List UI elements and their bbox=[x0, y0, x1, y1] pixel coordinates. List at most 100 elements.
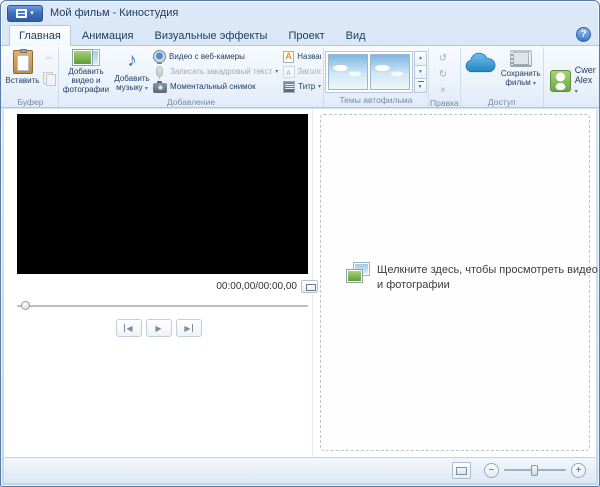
gallery-scroll-up-button[interactable]: ▲ bbox=[414, 51, 427, 65]
save-movie-button[interactable]: Сохранить фильм ▾ bbox=[500, 48, 542, 96]
titlebar: ▾ Мой фильм - Киностудия bbox=[1, 1, 599, 23]
cut-button[interactable]: ✂ bbox=[41, 51, 57, 66]
microphone-icon bbox=[156, 66, 163, 77]
paste-button[interactable]: Вставить bbox=[4, 48, 41, 96]
add-videos-button[interactable]: Добавить видео и фотографии bbox=[60, 48, 112, 96]
save-movie-icon bbox=[510, 50, 532, 67]
remove-button[interactable]: × bbox=[434, 83, 452, 97]
chevron-down-icon: ▾ bbox=[145, 86, 148, 92]
fit-to-window-button[interactable] bbox=[452, 462, 471, 479]
zoom-in-button[interactable]: + bbox=[571, 463, 586, 478]
copy-icon bbox=[43, 72, 55, 84]
group-label-edit: Правка bbox=[430, 97, 459, 107]
storyboard-hint-text: Щелкните здесь, чтобы просмотреть видео … bbox=[377, 263, 600, 293]
add-music-button[interactable]: ♪ Добавить музыку ▾ bbox=[112, 48, 152, 96]
add-videos-label: Добавить видео и фотографии bbox=[61, 67, 111, 94]
seek-slider[interactable] bbox=[17, 301, 308, 310]
account-button[interactable]: Cwer Alex ▾ bbox=[544, 47, 600, 107]
app-icon bbox=[16, 9, 27, 18]
caption-button[interactable]: A Заголовок bbox=[282, 64, 322, 79]
tab-project[interactable]: Проект bbox=[278, 25, 334, 45]
arrow-up-icon: ▲ bbox=[418, 55, 423, 61]
account-name: Cwer Alex ▾ bbox=[575, 65, 597, 97]
rotate-right-icon: ↻ bbox=[439, 69, 447, 80]
chevron-down-icon: ▾ bbox=[318, 83, 321, 90]
remove-icon: × bbox=[440, 85, 446, 96]
theme-thumbnail-contemporary[interactable] bbox=[370, 54, 410, 90]
chevron-down-icon: ▾ bbox=[30, 10, 34, 17]
ribbon-tab-row: Главная Анимация Визуальные эффекты Прое… bbox=[1, 23, 599, 45]
copy-button[interactable] bbox=[41, 70, 57, 85]
arrow-down-icon: ▼ bbox=[418, 69, 423, 75]
ribbon-group-share: Сохранить фильм ▾ Доступ bbox=[461, 47, 544, 107]
previous-frame-icon: ◀ bbox=[126, 324, 132, 333]
app-menu-button[interactable]: ▾ bbox=[7, 5, 43, 22]
app-window: ▾ Мой фильм - Киностудия Главная Анимаци… bbox=[0, 0, 600, 487]
rotate-right-button[interactable]: ↻ bbox=[434, 67, 452, 81]
storyboard-pane: Щелкните здесь, чтобы просмотреть видео … bbox=[313, 109, 596, 457]
statusbar: − + bbox=[4, 457, 596, 483]
add-small-column-1: Видео с веб-камеры Записать закадровый т… bbox=[152, 48, 282, 94]
snapshot-button[interactable]: Моментальный снимок bbox=[152, 79, 282, 94]
save-movie-label: Сохранить фильм ▾ bbox=[501, 69, 541, 89]
group-label-add: Добавление bbox=[60, 96, 322, 107]
play-button[interactable]: ▶ bbox=[146, 319, 172, 337]
add-music-label: Добавить музыку ▾ bbox=[113, 74, 151, 94]
tab-visual-effects[interactable]: Визуальные эффекты bbox=[145, 25, 278, 45]
main-area: 00:00,00/00:00,00 ◀ ▶ ▶ bbox=[4, 109, 596, 457]
themes-gallery: ▲ ▼ ▼ bbox=[325, 51, 427, 93]
seek-thumb[interactable] bbox=[21, 301, 30, 310]
avatar bbox=[550, 70, 571, 92]
next-frame-button[interactable]: ▶ bbox=[176, 319, 202, 337]
storyboard-drop-area[interactable]: Щелкните здесь, чтобы просмотреть видео … bbox=[320, 114, 590, 451]
preview-pane: 00:00,00/00:00,00 ◀ ▶ ▶ bbox=[4, 109, 313, 457]
rotate-left-button[interactable]: ↺ bbox=[434, 51, 452, 65]
next-frame-icon: ▶ bbox=[184, 324, 190, 333]
frame-bar-icon bbox=[192, 324, 193, 332]
group-label-themes: Темы автофильма bbox=[325, 94, 427, 107]
ribbon: Вставить ✂ Буфер Добавить видео и фотогр… bbox=[1, 45, 599, 108]
add-videos-icon bbox=[73, 50, 99, 65]
seek-track[interactable] bbox=[17, 305, 308, 307]
add-small-column-2: A Название A Заголовок Титры ▾ bbox=[282, 48, 322, 94]
gallery-scroll-down-button[interactable]: ▼ bbox=[414, 65, 427, 79]
zoom-slider[interactable] bbox=[504, 464, 566, 477]
video-preview bbox=[17, 114, 308, 274]
credits-slide-icon bbox=[283, 81, 295, 93]
theme-thumbnail-default[interactable] bbox=[328, 54, 368, 90]
help-button[interactable]: ? bbox=[576, 27, 591, 42]
ribbon-group-clipboard: Вставить ✂ Буфер bbox=[3, 47, 59, 107]
record-narration-button[interactable]: Записать закадровый текст ▾ bbox=[152, 64, 282, 79]
fit-icon bbox=[456, 467, 467, 475]
ribbon-group-themes: ▲ ▼ ▼ Темы автофильма bbox=[324, 47, 429, 107]
webcam-video-button[interactable]: Видео с веб-камеры bbox=[152, 49, 282, 64]
window-title: Мой фильм - Киностудия bbox=[50, 7, 178, 19]
title-button[interactable]: A Название bbox=[282, 49, 322, 64]
tab-view[interactable]: Вид bbox=[336, 25, 376, 45]
caption-slide-icon: A bbox=[283, 66, 295, 78]
playback-timestamp: 00:00,00/00:00,00 bbox=[216, 281, 297, 292]
ribbon-group-edit: ↺ ↻ × Правка bbox=[429, 47, 461, 107]
previous-frame-button[interactable]: ◀ bbox=[116, 319, 142, 337]
storyboard-hint[interactable]: Щелкните здесь, чтобы просмотреть видео … bbox=[347, 263, 600, 293]
photos-icon bbox=[347, 263, 369, 282]
tab-animation[interactable]: Анимация bbox=[72, 25, 144, 45]
play-icon: ▶ bbox=[155, 324, 161, 333]
cloud-icon bbox=[464, 50, 496, 74]
tab-home[interactable]: Главная bbox=[9, 25, 71, 46]
minus-icon: − bbox=[489, 466, 495, 476]
credits-button[interactable]: Титры ▾ bbox=[282, 79, 322, 94]
camera-icon bbox=[153, 83, 167, 93]
plus-icon: + bbox=[576, 466, 582, 476]
zoom-out-button[interactable]: − bbox=[484, 463, 499, 478]
ribbon-group-add: Добавить видео и фотографии ♪ Добавить м… bbox=[59, 47, 324, 107]
webcam-icon bbox=[153, 50, 166, 63]
group-label-clipboard: Буфер bbox=[4, 96, 57, 107]
chevron-down-icon: ▾ bbox=[533, 81, 536, 87]
onedrive-share-button[interactable] bbox=[462, 48, 498, 96]
music-note-icon: ♪ bbox=[127, 50, 137, 72]
zoom-thumb[interactable] bbox=[531, 465, 538, 476]
frame-bar-icon bbox=[124, 324, 125, 332]
chevron-down-icon: ▾ bbox=[275, 68, 278, 75]
gallery-more-button[interactable]: ▼ bbox=[414, 78, 427, 93]
